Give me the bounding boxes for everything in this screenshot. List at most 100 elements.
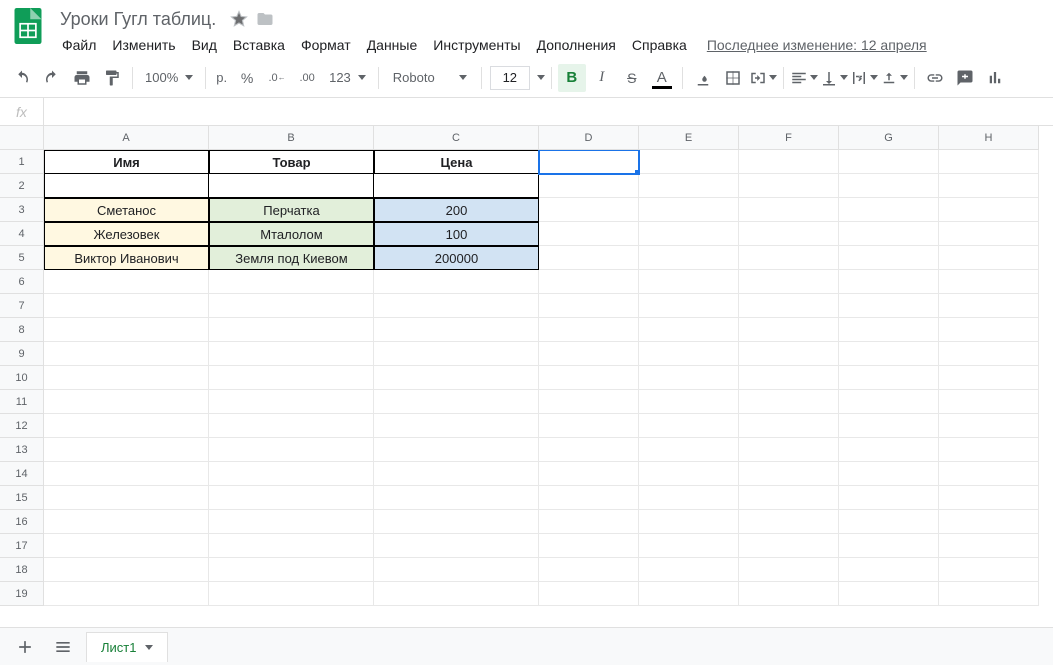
row-header-15[interactable]: 15 xyxy=(0,486,44,510)
cell-D3[interactable] xyxy=(539,198,639,222)
add-sheet-button[interactable] xyxy=(10,632,40,662)
cell-H13[interactable] xyxy=(939,438,1039,462)
cell-F9[interactable] xyxy=(739,342,839,366)
row-header-12[interactable]: 12 xyxy=(0,414,44,438)
row-header-19[interactable]: 19 xyxy=(0,582,44,606)
cell-D11[interactable] xyxy=(539,390,639,414)
menu-help[interactable]: Справка xyxy=(624,33,695,57)
cell-H9[interactable] xyxy=(939,342,1039,366)
cell-B10[interactable] xyxy=(209,366,374,390)
cell-A16[interactable] xyxy=(44,510,209,534)
insert-link-button[interactable] xyxy=(921,64,949,92)
cell-A17[interactable] xyxy=(44,534,209,558)
insert-comment-button[interactable] xyxy=(951,64,979,92)
insert-chart-button[interactable] xyxy=(981,64,1009,92)
cell-G11[interactable] xyxy=(839,390,939,414)
last-modified-link[interactable]: Последнее изменение: 12 апреля xyxy=(707,37,927,53)
cell-D2[interactable] xyxy=(539,174,639,198)
cell-B12[interactable] xyxy=(209,414,374,438)
cell-C15[interactable] xyxy=(374,486,539,510)
cell-G8[interactable] xyxy=(839,318,939,342)
cell-G14[interactable] xyxy=(839,462,939,486)
cell-F18[interactable] xyxy=(739,558,839,582)
cell-H16[interactable] xyxy=(939,510,1039,534)
column-header-A[interactable]: A xyxy=(44,126,209,150)
cell-A13[interactable] xyxy=(44,438,209,462)
cell-C12[interactable] xyxy=(374,414,539,438)
cell-C11[interactable] xyxy=(374,390,539,414)
text-color-button[interactable]: A xyxy=(648,64,676,92)
column-header-F[interactable]: F xyxy=(739,126,839,150)
cell-A14[interactable] xyxy=(44,462,209,486)
row-header-6[interactable]: 6 xyxy=(0,270,44,294)
cell-B7[interactable] xyxy=(209,294,374,318)
cell-H2[interactable] xyxy=(939,174,1039,198)
cell-C3[interactable]: 200 xyxy=(374,198,539,222)
cell-D19[interactable] xyxy=(539,582,639,606)
menu-tools[interactable]: Инструменты xyxy=(425,33,528,57)
cell-D8[interactable] xyxy=(539,318,639,342)
cell-E6[interactable] xyxy=(639,270,739,294)
cell-C17[interactable] xyxy=(374,534,539,558)
borders-button[interactable] xyxy=(719,64,747,92)
percent-button[interactable]: % xyxy=(233,64,261,92)
bold-button[interactable]: B xyxy=(558,64,586,92)
cell-A19[interactable] xyxy=(44,582,209,606)
formula-input[interactable] xyxy=(44,98,1053,125)
cell-A7[interactable] xyxy=(44,294,209,318)
cell-E9[interactable] xyxy=(639,342,739,366)
menu-insert[interactable]: Вставка xyxy=(225,33,293,57)
column-header-C[interactable]: C xyxy=(374,126,539,150)
cell-E3[interactable] xyxy=(639,198,739,222)
cell-C16[interactable] xyxy=(374,510,539,534)
row-header-14[interactable]: 14 xyxy=(0,462,44,486)
cell-G1[interactable] xyxy=(839,150,939,174)
cell-E11[interactable] xyxy=(639,390,739,414)
cell-A2[interactable] xyxy=(44,174,209,198)
cell-H19[interactable] xyxy=(939,582,1039,606)
cell-H14[interactable] xyxy=(939,462,1039,486)
cell-F10[interactable] xyxy=(739,366,839,390)
cell-C13[interactable] xyxy=(374,438,539,462)
cell-B9[interactable] xyxy=(209,342,374,366)
font-size-caret[interactable] xyxy=(537,75,545,80)
cell-B18[interactable] xyxy=(209,558,374,582)
cell-C2[interactable] xyxy=(374,174,539,198)
text-rotation-button[interactable] xyxy=(880,64,908,92)
cell-E5[interactable] xyxy=(639,246,739,270)
number-format-dropdown[interactable]: 123 xyxy=(323,64,372,92)
cell-D5[interactable] xyxy=(539,246,639,270)
row-header-2[interactable]: 2 xyxy=(0,174,44,198)
cell-B19[interactable] xyxy=(209,582,374,606)
row-header-4[interactable]: 4 xyxy=(0,222,44,246)
sheets-logo[interactable] xyxy=(8,6,48,46)
cell-D18[interactable] xyxy=(539,558,639,582)
cell-H8[interactable] xyxy=(939,318,1039,342)
print-button[interactable] xyxy=(68,64,96,92)
cell-H18[interactable] xyxy=(939,558,1039,582)
column-header-B[interactable]: B xyxy=(209,126,374,150)
row-header-9[interactable]: 9 xyxy=(0,342,44,366)
cell-F8[interactable] xyxy=(739,318,839,342)
cell-F1[interactable] xyxy=(739,150,839,174)
cell-D7[interactable] xyxy=(539,294,639,318)
cell-C7[interactable] xyxy=(374,294,539,318)
cell-B14[interactable] xyxy=(209,462,374,486)
cell-A8[interactable] xyxy=(44,318,209,342)
cell-E16[interactable] xyxy=(639,510,739,534)
cell-E14[interactable] xyxy=(639,462,739,486)
currency-button[interactable]: р. xyxy=(212,64,231,92)
cell-G10[interactable] xyxy=(839,366,939,390)
fill-color-button[interactable] xyxy=(689,64,717,92)
star-icon[interactable] xyxy=(230,10,248,28)
menu-view[interactable]: Вид xyxy=(184,33,225,57)
cell-H15[interactable] xyxy=(939,486,1039,510)
cell-E1[interactable] xyxy=(639,150,739,174)
redo-button[interactable] xyxy=(38,64,66,92)
cell-G15[interactable] xyxy=(839,486,939,510)
cell-D16[interactable] xyxy=(539,510,639,534)
cell-G13[interactable] xyxy=(839,438,939,462)
cell-E2[interactable] xyxy=(639,174,739,198)
cell-C1[interactable]: Цена xyxy=(374,150,539,174)
cell-H7[interactable] xyxy=(939,294,1039,318)
